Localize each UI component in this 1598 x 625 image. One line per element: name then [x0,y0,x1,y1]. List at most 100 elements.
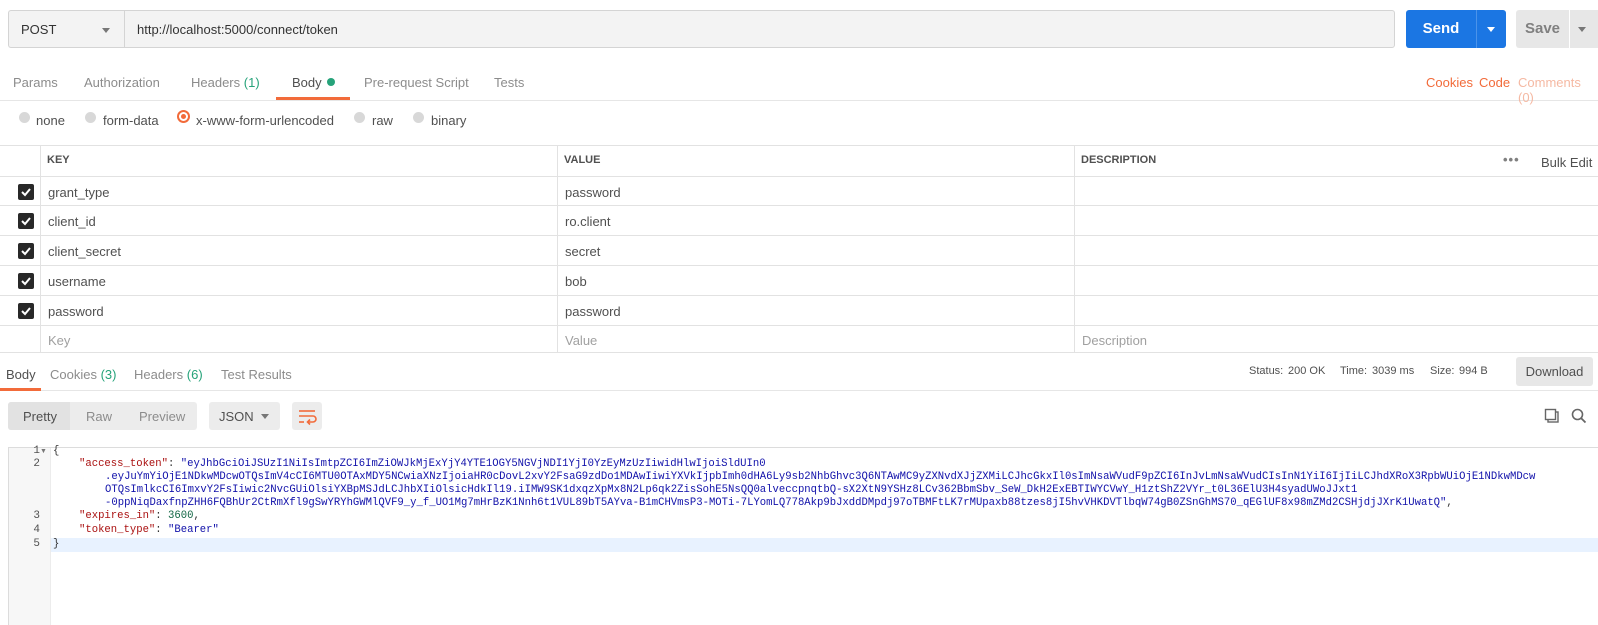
column-header-description: DESCRIPTION [1081,154,1157,166]
row-key[interactable]: username [48,274,106,289]
size-label: Size: [1430,365,1455,377]
new-key-input[interactable]: Key [48,333,70,348]
save-button[interactable]: Save [1516,10,1569,48]
status-label: Status: [1249,365,1284,377]
tab-prerequest-script[interactable]: Pre-request Script [364,75,469,90]
tab-params[interactable]: Params [13,75,58,90]
line-number: 4 [33,524,40,536]
time-value: 3039 ms [1372,365,1415,377]
response-tab-body[interactable]: Body [6,367,36,382]
cookies-link[interactable]: Cookies [1426,75,1473,90]
code-line-wrap: OTQsImlkcCI6ImxvY2FsIiwic2NvcGUiOlsiYXBp… [105,484,1358,496]
bulk-edit-link[interactable]: Bulk Edit [1541,155,1592,170]
status-value: 200 OK [1288,365,1326,377]
table-border [0,176,1598,177]
response-tab-headers[interactable]: Headers (6) [134,367,203,382]
row-checkbox[interactable] [18,273,34,289]
view-mode-toggle: Pretty Raw Preview [8,402,197,430]
line-number: 3 [33,510,40,522]
table-border [0,265,1598,266]
response-tab-test-results[interactable]: Test Results [221,367,292,382]
response-tab-cookies[interactable]: Cookies (3) [50,367,116,382]
code-line: } [53,538,60,550]
check-icon [21,307,31,316]
line-number: 1 [33,445,40,457]
search-icon[interactable] [1571,408,1587,427]
row-value[interactable]: bob [565,274,587,289]
row-key[interactable]: client_id [48,214,96,229]
send-button[interactable]: Send [1406,10,1476,48]
send-options-button[interactable] [1476,10,1506,48]
chevron-down-icon [1487,27,1495,32]
view-raw-button[interactable]: Raw [86,409,112,424]
table-border [40,145,41,352]
response-body-editor[interactable]: 1 ▼ 2 3 4 5 { "access_token": "eyJhbGciO… [8,445,1598,625]
tab-headers-count: (1) [243,75,260,90]
json-key: "token_type" [79,524,156,536]
tab-tests[interactable]: Tests [494,75,524,90]
download-button[interactable]: Download [1516,357,1593,386]
row-checkbox[interactable] [18,213,34,229]
url-input[interactable]: http://localhost:5000/connect/token [124,10,1395,48]
row-key[interactable]: grant_type [48,185,109,200]
table-border [0,145,1598,146]
new-value-input[interactable]: Value [565,333,597,348]
check-icon [21,217,31,226]
code-link[interactable]: Code [1479,75,1510,90]
radio-none-label: none [36,113,65,128]
radio-binary[interactable] [413,112,424,123]
radio-form-data-label: form-data [103,113,159,128]
view-preview-button[interactable]: Preview [139,409,185,424]
code-line-wrap: .eyJuYmYiOjE1NDkwMDcwOTQsImV4cCI6MTU0OTA… [105,471,1536,483]
format-select[interactable]: JSON [209,402,280,430]
response-tab-headers-label: Headers [134,367,184,382]
line-number-gutter: 1 ▼ 2 3 4 5 [9,445,51,625]
row-key[interactable]: client_secret [48,244,121,259]
check-icon [21,188,31,197]
save-options-button[interactable] [1570,10,1598,48]
table-border [0,235,1598,236]
size-value: 994 B [1459,365,1488,377]
copy-icon[interactable] [1544,408,1560,427]
row-checkbox[interactable] [18,184,34,200]
row-value[interactable]: password [565,185,621,200]
column-header-value: VALUE [564,154,601,166]
code-line: "access_token": "eyJhbGciOiJSUzI1NiIsImt… [79,458,766,470]
table-border [0,325,1598,326]
json-string: "Bearer" [168,524,219,536]
check-icon [21,247,31,256]
row-checkbox[interactable] [18,243,34,259]
row-value[interactable]: ro.client [565,214,611,229]
json-number: 3600 [168,510,194,522]
view-pretty-button[interactable]: Pretty [23,409,57,424]
row-key[interactable]: password [48,304,104,319]
url-text: http://localhost:5000/connect/token [137,22,338,37]
body-indicator-dot [326,78,335,86]
radio-raw[interactable] [354,112,365,123]
row-value[interactable]: password [565,304,621,319]
line-number: 2 [33,458,40,470]
method-select[interactable]: POST [8,10,124,48]
new-description-input[interactable]: Description [1082,333,1147,348]
radio-form-data[interactable] [85,112,96,123]
tab-headers[interactable]: Headers (1) [191,75,260,90]
comments-link[interactable]: Comments (0) [1518,75,1598,105]
code-line: "expires_in": 3600, [79,510,200,522]
fold-arrow-icon[interactable]: ▼ [40,448,47,455]
radio-binary-label: binary [431,113,467,128]
tab-active-underline [276,97,350,100]
radio-none[interactable] [19,112,30,123]
wrap-lines-button[interactable] [292,402,322,430]
tab-authorization[interactable]: Authorization [84,75,160,90]
radio-urlencoded[interactable] [177,110,190,123]
table-border [557,145,558,352]
row-checkbox[interactable] [18,303,34,319]
tab-body[interactable]: Body [292,75,335,90]
chevron-down-icon [261,414,269,419]
response-cookies-count: (3) [100,367,117,382]
table-border [0,295,1598,296]
row-value[interactable]: secret [565,244,600,259]
chevron-down-icon [102,28,110,33]
check-icon [21,277,31,286]
more-options-icon[interactable]: ••• [1503,152,1520,167]
